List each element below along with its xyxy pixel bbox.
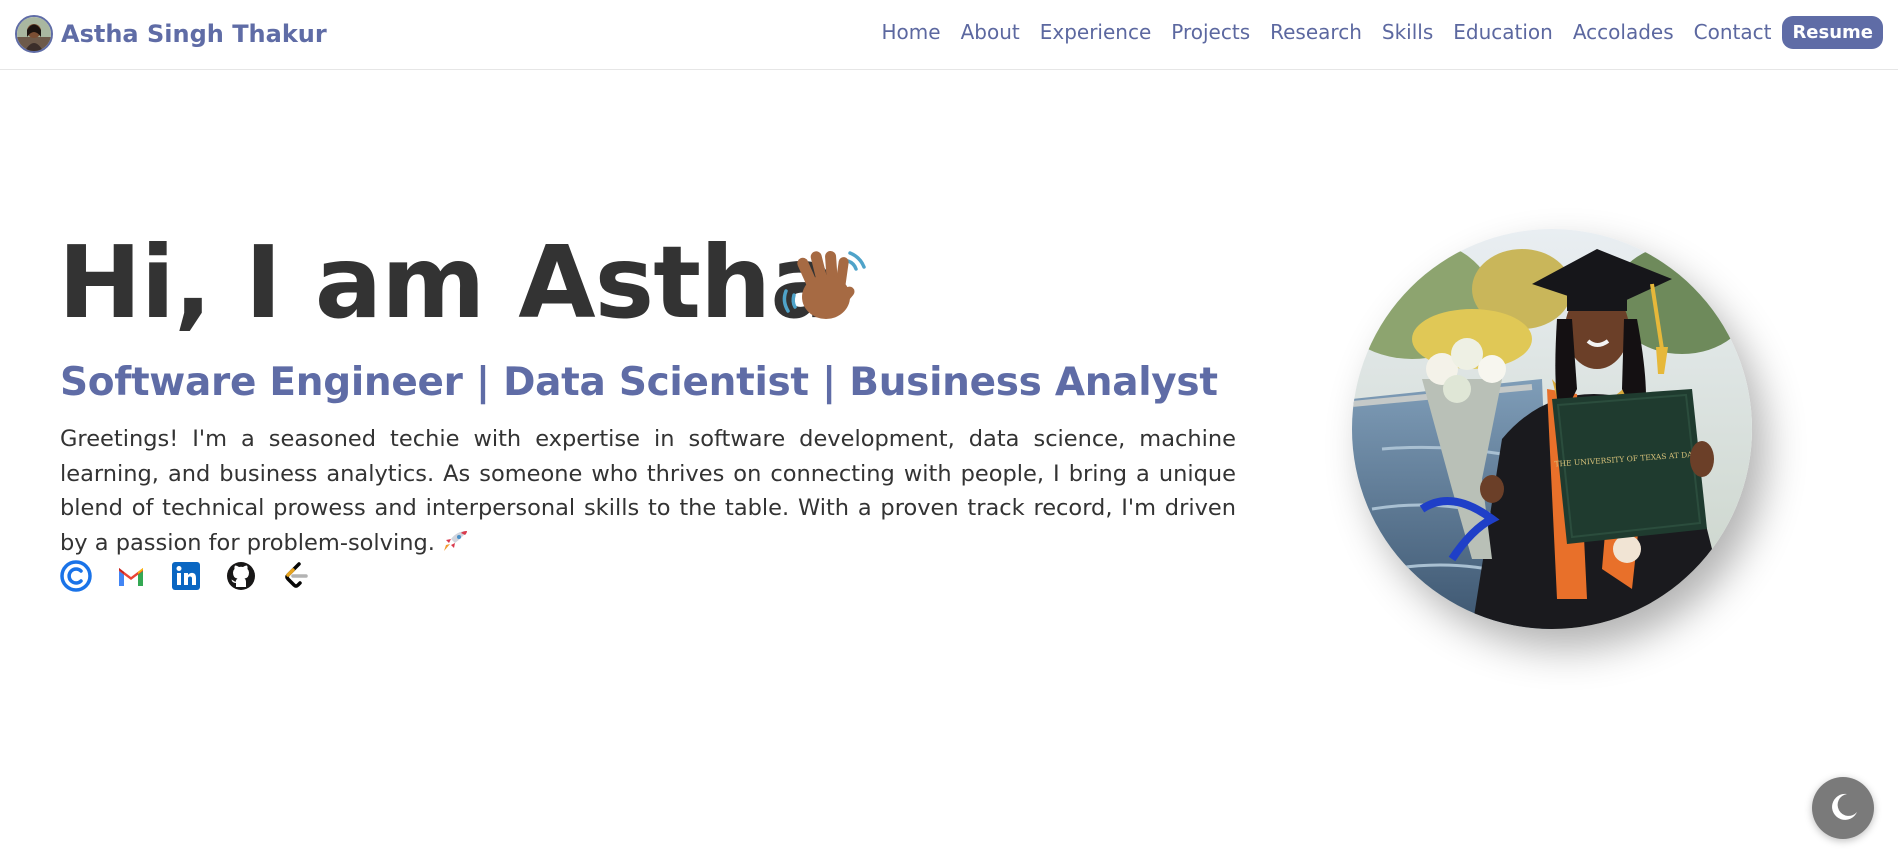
brand[interactable]: Astha Singh Thakur	[15, 15, 327, 53]
hero-description: Greetings! I'm a seasoned techie with ex…	[60, 422, 1236, 560]
nav-home[interactable]: Home	[882, 20, 941, 44]
gmail-icon[interactable]	[115, 560, 147, 592]
brand-avatar	[15, 15, 53, 53]
nav-education[interactable]: Education	[1453, 20, 1553, 44]
hero-subtitle: Software Engineer | Data Scientist | Bus…	[60, 360, 1218, 405]
github-icon[interactable]	[225, 560, 257, 592]
nav-skills[interactable]: Skills	[1382, 20, 1433, 44]
navbar: Astha Singh Thakur Home About Experience…	[0, 0, 1898, 70]
moon-icon	[1828, 791, 1860, 823]
nav-experience[interactable]: Experience	[1040, 20, 1152, 44]
calendly-icon[interactable]	[60, 560, 92, 592]
waving-hand-icon	[780, 245, 868, 325]
rocket-icon	[441, 529, 469, 553]
nav-menu: Home About Experience Projects Research …	[882, 14, 1883, 50]
nav-contact[interactable]: Contact	[1694, 20, 1772, 44]
leetcode-icon[interactable]	[280, 560, 312, 592]
resume-button[interactable]: Resume	[1782, 15, 1883, 49]
nav-about[interactable]: About	[961, 20, 1020, 44]
nav-research[interactable]: Research	[1270, 20, 1362, 44]
nav-projects[interactable]: Projects	[1171, 20, 1250, 44]
linkedin-icon[interactable]	[170, 560, 202, 592]
nav-accolades[interactable]: Accolades	[1573, 20, 1674, 44]
profile-photo: THE UNIVERSITY OF TEXAS AT DALLAS	[1352, 229, 1752, 629]
theme-toggle-button[interactable]	[1812, 777, 1874, 839]
hero-description-text: Greetings! I'm a seasoned techie with ex…	[60, 426, 1236, 556]
social-links	[60, 560, 335, 592]
hero-greeting: Hi, I am Astha	[58, 224, 838, 341]
brand-name: Astha Singh Thakur	[61, 20, 327, 48]
